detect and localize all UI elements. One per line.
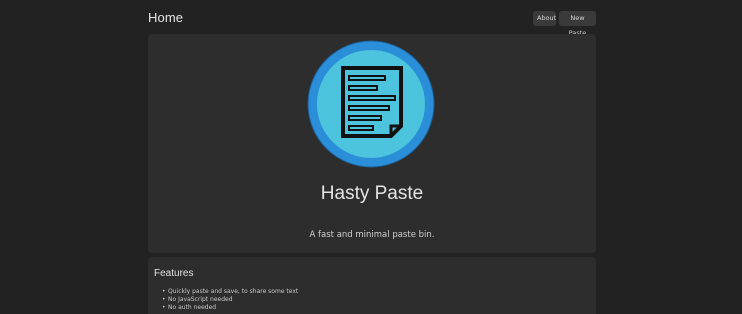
bullet-icon: • xyxy=(162,288,166,295)
app-logo xyxy=(307,40,435,168)
feature-text: No auth needed xyxy=(168,304,217,311)
features-heading: Features xyxy=(154,268,194,279)
feature-text: No JavaScript needed xyxy=(168,296,233,303)
page-title: Home xyxy=(148,10,184,25)
new-paste-button[interactable]: New Paste xyxy=(559,11,596,37)
bullet-icon: • xyxy=(162,296,166,303)
page: Home About New Paste Hasty Paste A fast … xyxy=(0,0,742,314)
features-list: • Quickly paste and save, to share some t… xyxy=(155,288,298,312)
document-icon xyxy=(307,40,435,168)
features-card: Features • Quickly paste and save, to sha… xyxy=(148,257,596,314)
bullet-icon: • xyxy=(162,304,166,311)
header: Home About New Paste xyxy=(148,8,596,37)
list-item: • No auth needed xyxy=(155,304,298,312)
tagline: A fast and minimal paste bin. xyxy=(309,230,435,240)
feature-text: Quickly paste and save, to share some te… xyxy=(168,288,299,295)
list-item: • Quickly paste and save, to share some t… xyxy=(155,288,298,296)
about-button[interactable]: About xyxy=(533,11,556,26)
hero-card: Hasty Paste A fast and minimal paste bin… xyxy=(148,34,596,253)
list-item: • No JavaScript needed xyxy=(155,296,298,304)
app-name-heading: Hasty Paste xyxy=(320,183,424,204)
